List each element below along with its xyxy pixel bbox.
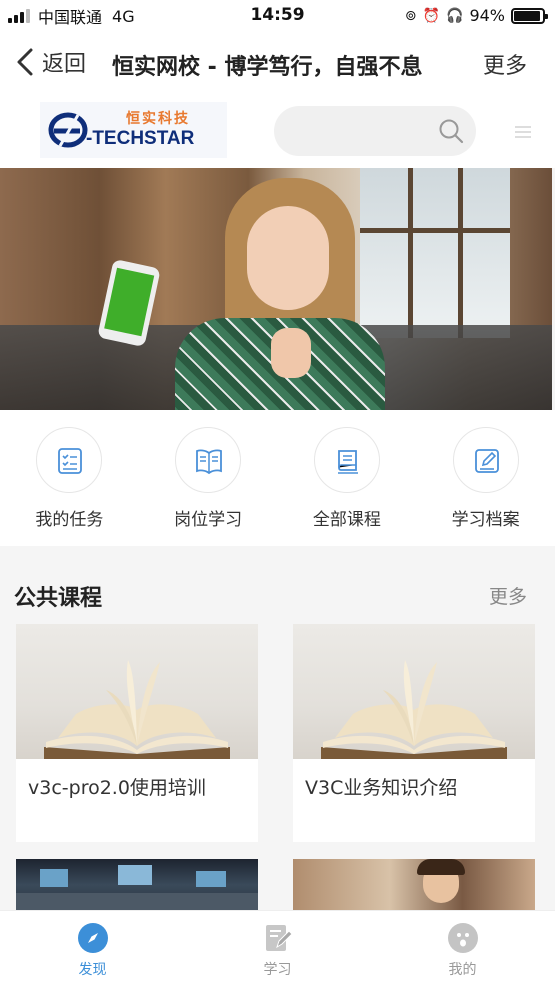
course-card[interactable]: V3C业务知识介绍 xyxy=(293,624,535,842)
course-card[interactable]: v3c-pro2.0使用培训 xyxy=(16,624,258,842)
section-title: 公共课程 xyxy=(14,586,103,611)
course-cover-image xyxy=(16,624,258,759)
course-book-icon xyxy=(337,450,358,474)
chevron-left-icon xyxy=(17,48,33,76)
course-card[interactable] xyxy=(293,859,535,911)
tab-label: 发现 xyxy=(78,962,107,978)
course-cover-image xyxy=(293,624,535,759)
tab-label: 学习 xyxy=(263,962,292,978)
alarm-icon: ⏰ xyxy=(422,7,440,24)
quick-entry-circle xyxy=(175,427,242,493)
course-cover-image xyxy=(293,859,535,911)
quick-entry-circle xyxy=(313,427,380,493)
compass-icon xyxy=(77,923,108,953)
quick-entry-learning-records[interactable]: 学习档案 xyxy=(416,410,555,546)
search-icon xyxy=(439,119,464,144)
banner-person xyxy=(175,178,385,410)
quick-entry-circle xyxy=(452,427,519,493)
nav-bar: 返回 恒实网校 - 博学笃行，自强不息 更多 xyxy=(0,34,555,92)
task-list-icon xyxy=(58,448,83,474)
open-book-icon xyxy=(196,449,223,475)
site-header: 恒实科技 -TECHSTAR xyxy=(0,92,555,168)
menu-icon[interactable] xyxy=(515,126,531,138)
quick-entry-label: 我的任务 xyxy=(35,510,104,530)
logo-e-mark-icon xyxy=(48,112,88,148)
techstar-logo[interactable]: 恒实科技 -TECHSTAR xyxy=(40,102,227,158)
section-more-button[interactable]: 更多 xyxy=(489,582,527,609)
tab-mine[interactable]: 我的 xyxy=(370,911,555,985)
quick-entry-row: 我的任务 岗位学习 全部课程 学习档案 xyxy=(0,410,555,546)
course-cover-image xyxy=(16,859,258,911)
tab-discover[interactable]: 发现 xyxy=(0,911,185,985)
headphones-icon: 🎧 xyxy=(446,7,464,24)
quick-entry-job-learning[interactable]: 岗位学习 xyxy=(139,410,278,546)
quick-entry-circle xyxy=(36,427,103,493)
course-title: V3C业务知识介绍 xyxy=(305,777,458,799)
open-book-image xyxy=(321,660,507,759)
quick-entry-label: 岗位学习 xyxy=(174,510,243,530)
page-title: 恒实网校 - 博学笃行，自强不息 xyxy=(112,55,423,80)
profile-face-icon xyxy=(447,923,478,953)
orientation-lock-icon: ⊚ xyxy=(404,7,417,24)
notebook-pen-icon xyxy=(263,923,293,953)
course-card[interactable] xyxy=(16,859,258,911)
status-bar: 中国联通 4G 14:59 ⊚ ⏰ 🎧 94% xyxy=(0,0,555,34)
hero-banner-image[interactable] xyxy=(0,168,552,410)
tab-label: 我的 xyxy=(448,962,477,978)
battery-icon xyxy=(511,7,548,24)
open-book-image xyxy=(44,660,230,759)
tab-study[interactable]: 学习 xyxy=(185,911,370,985)
status-right: ⊚ ⏰ 🎧 94% xyxy=(404,6,548,25)
logo-english-text: -TECHSTAR xyxy=(86,128,195,149)
back-button[interactable]: 返回 xyxy=(14,46,86,78)
logo-chinese-text: 恒实科技 xyxy=(126,111,190,127)
search-input[interactable] xyxy=(274,106,476,156)
battery-percent: 94% xyxy=(469,6,505,25)
public-courses-header: 公共课程 更多 xyxy=(0,570,555,620)
bottom-tab-bar: 发现 学习 我的 xyxy=(0,910,555,985)
edit-record-icon xyxy=(474,449,499,473)
quick-entry-label: 学习档案 xyxy=(451,510,520,530)
nav-more-button[interactable]: 更多 xyxy=(483,48,527,80)
quick-entry-all-courses[interactable]: 全部课程 xyxy=(278,410,417,546)
quick-entry-label: 全部课程 xyxy=(312,510,381,530)
back-label: 返回 xyxy=(42,52,87,77)
quick-entry-my-tasks[interactable]: 我的任务 xyxy=(0,410,139,546)
course-title: v3c-pro2.0使用培训 xyxy=(28,777,206,799)
